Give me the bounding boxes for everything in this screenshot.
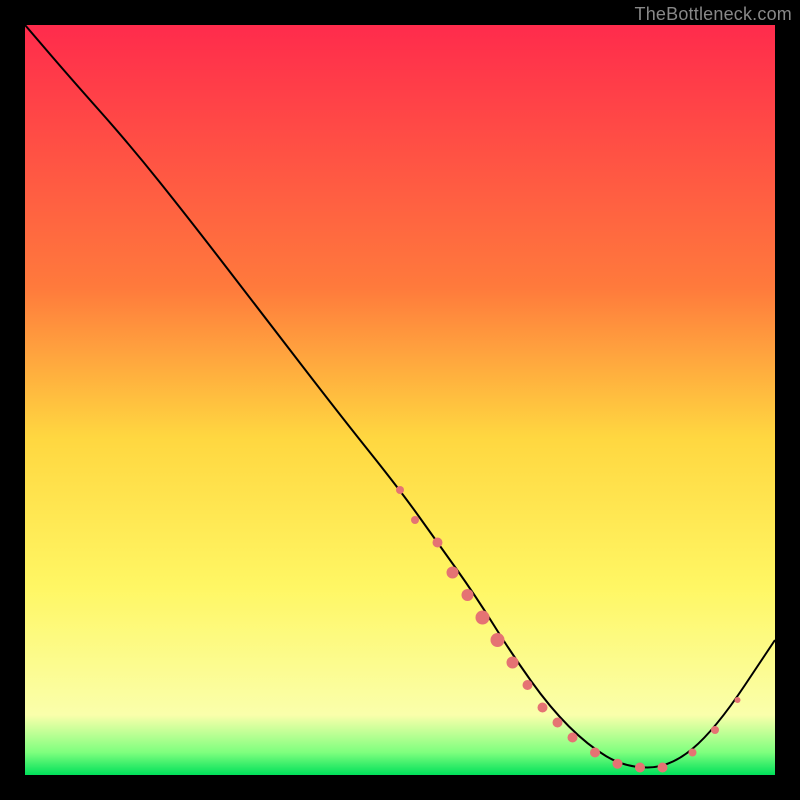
data-marker <box>396 486 404 494</box>
data-marker <box>689 749 697 757</box>
data-marker <box>658 763 668 773</box>
data-marker <box>507 657 519 669</box>
watermark-text: TheBottleneck.com <box>635 4 792 25</box>
chart-container: TheBottleneck.com <box>0 0 800 800</box>
chart-svg <box>25 25 775 775</box>
data-marker <box>447 567 459 579</box>
data-marker <box>433 538 443 548</box>
data-markers <box>396 486 741 773</box>
data-marker <box>613 759 623 769</box>
data-marker <box>411 516 419 524</box>
data-marker <box>635 763 645 773</box>
data-marker <box>553 718 563 728</box>
data-marker <box>476 611 490 625</box>
data-marker <box>590 748 600 758</box>
data-marker <box>568 733 578 743</box>
bottleneck-curve-line <box>25 25 775 768</box>
chart-area <box>25 25 775 775</box>
data-marker <box>711 726 719 734</box>
data-marker <box>491 633 505 647</box>
data-marker <box>523 680 533 690</box>
data-marker <box>735 697 741 703</box>
data-marker <box>462 589 474 601</box>
data-marker <box>538 703 548 713</box>
